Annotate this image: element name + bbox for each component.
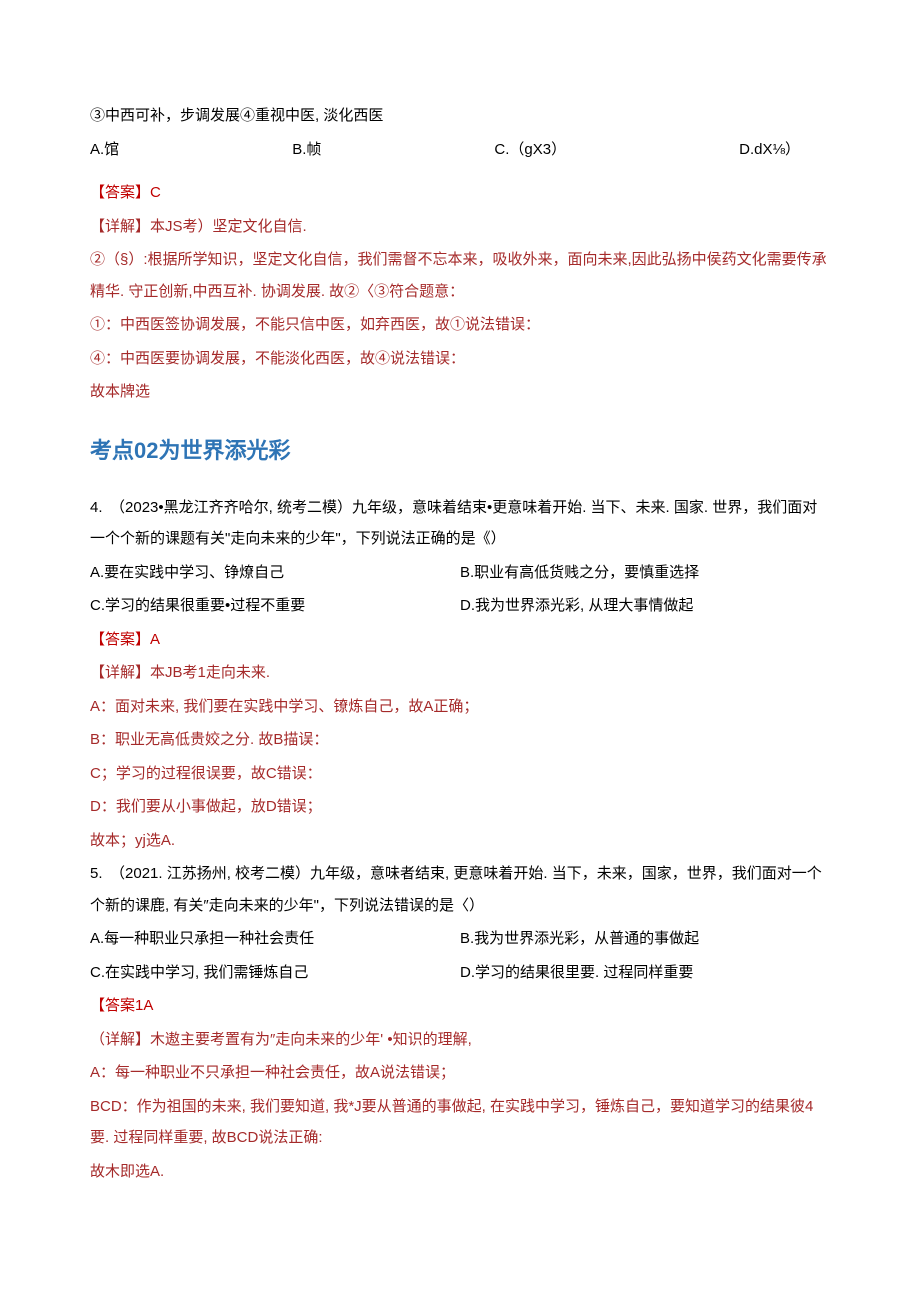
- section-heading: 考点02为世界添光彩: [90, 428, 830, 474]
- q3-option-d: D.dX⅛）: [739, 134, 800, 166]
- q5-answer: 【答案1A: [90, 990, 830, 1022]
- q3-option-c: C.（gX3）: [494, 134, 566, 166]
- q4-option-a: A.要在实践中学习、铮燎自己: [90, 557, 460, 589]
- q5-option-c: C.在实践中学习, 我们需锤炼自己: [90, 957, 460, 989]
- q4-options-row1: A.要在实践中学习、铮燎自己 B.职业有高低货贱之分，要慎重选择: [90, 557, 830, 589]
- q4-detail-1: A：面对未来, 我们要在实践中学习、镣炼自己，故A正确；: [90, 691, 830, 723]
- q4-answer: 【答案】A: [90, 624, 830, 656]
- q5-option-a: A.每一种职业只承担一种社会责任: [90, 923, 460, 955]
- q5-detail-3: 故木即选A.: [90, 1156, 830, 1188]
- q5-option-d: D.学习的结果很里要. 过程同样重要: [460, 957, 830, 989]
- q3-detail-4: 故本牌选: [90, 376, 830, 408]
- q3-detail-head: 【详解】本JS考）坚定文化自信.: [90, 211, 830, 243]
- q3-detail-2: ①：中西医签协调发展，不能只信中医，如弃西医，故①说法错误：: [90, 309, 830, 341]
- q5-option-b: B.我为世界添光彩，从普通的事做起: [460, 923, 830, 955]
- q3-option-b: B.帧: [292, 134, 321, 166]
- q3-option-a: A.馆: [90, 134, 119, 166]
- q3-answer: 【答案】C: [90, 177, 830, 209]
- q5-detail-head: （详解】木遨主要考置有为″走向未来的少年' •知识的理解,: [90, 1024, 830, 1056]
- q4-options-row2: C.学习的结果很重要•过程不重要 D.我为世界添光彩, 从理大事情做起: [90, 590, 830, 622]
- q4-option-d: D.我为世界添光彩, 从理大事情做起: [460, 590, 830, 622]
- q4-stem: 4. （2023•黑龙江齐齐哈尔, 统考二模）九年级，意味着结束•更意味着开始.…: [90, 492, 830, 555]
- q5-options-row1: A.每一种职业只承担一种社会责任 B.我为世界添光彩，从普通的事做起: [90, 923, 830, 955]
- q4-detail-3: C；学习的过程很误要，故C错误：: [90, 758, 830, 790]
- q4-detail-4: D：我们要从小事做起，放D错误；: [90, 791, 830, 823]
- q4-option-b: B.职业有高低货贱之分，要慎重选择: [460, 557, 830, 589]
- q3-options-row: A.馆 B.帧 C.（gX3） D.dX⅛）: [90, 134, 830, 166]
- q3-statement-3: ③中西可补，步调发展④重视中医, 淡化西医: [90, 100, 830, 132]
- q3-detail-1: ②（§）:根据所学知识，坚定文化自信，我们需督不忘本来，吸收外来，面向未来,因此…: [90, 244, 830, 307]
- q4-option-c: C.学习的结果很重要•过程不重要: [90, 590, 460, 622]
- q5-detail-1: A：每一种职业不只承担一种社会责任，故A说法错误；: [90, 1057, 830, 1089]
- q4-detail-head: 【详解】本JB考1走向未来.: [90, 657, 830, 689]
- q3-detail-3: ④：中西医要协调发展，不能淡化西医，故④说法错误：: [90, 343, 830, 375]
- q5-options-row2: C.在实践中学习, 我们需锤炼自己 D.学习的结果很里要. 过程同样重要: [90, 957, 830, 989]
- q5-stem: 5. （2021. 江苏扬州, 校考二模）九年级，意味者结束, 更意味着开始. …: [90, 858, 830, 921]
- q4-detail-2: B：职业无高低贵姣之分. 故B描误：: [90, 724, 830, 756]
- q4-detail-5: 故本；yj选A.: [90, 825, 830, 857]
- q5-detail-2: BCD：作为祖国的未来, 我们要知道, 我*J要从普通的事做起, 在实践中学习，…: [90, 1091, 830, 1154]
